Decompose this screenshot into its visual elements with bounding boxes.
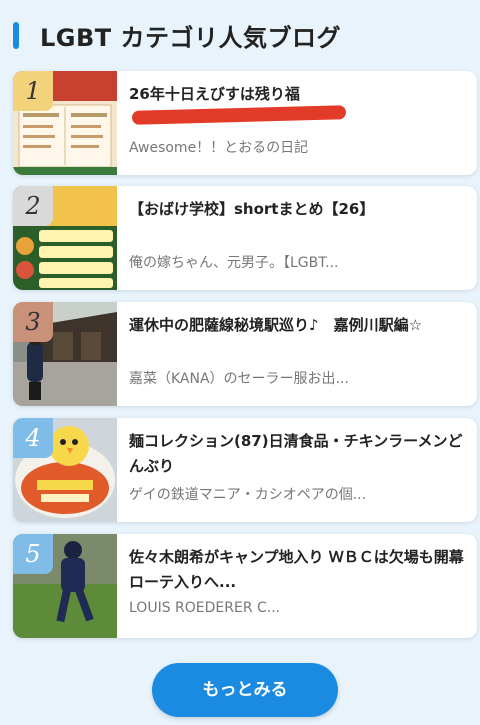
rank-badge: 5 <box>13 534 53 574</box>
post-title: 運休中の肥薩線秘境駅巡り♪ 嘉例川駅編☆ <box>129 316 423 334</box>
ranking-card-3[interactable]: 3 運休中の肥薩線秘境駅巡り♪ 嘉例川駅編☆ 嘉菜（KANA）のセーラー服お出.… <box>13 302 477 406</box>
post-title: 佐々木朗希がキャンプ地入り ＷＢＣは欠場も開幕ローテ入りへ... <box>129 548 464 591</box>
thumbnail-image: 2 <box>13 186 117 290</box>
ranking-card-1[interactable]: 1 26年十日えびすは残り福 Awesome！！とおるの日記 <box>13 71 477 175</box>
blog-name: ゲイの鉄道マニア・カシオペアの個... <box>129 487 367 503</box>
post-title: 26年十日えびすは残り福 <box>129 85 300 103</box>
section-title: LGBT カテゴリ人気ブログ <box>40 24 342 52</box>
rank-badge: 1 <box>13 71 53 111</box>
thumbnail-image: 3 <box>13 302 117 406</box>
post-title: 麺コレクション(87)日清食品・チキンラーメンどんぶり <box>129 432 463 475</box>
thumbnail-image: 5 <box>13 534 117 638</box>
blog-name: 俺の嫁ちゃん、元男子。【LGBT... <box>129 255 339 271</box>
ranking-card-2[interactable]: 2 【おばけ学校】shortまとめ【26】 俺の嫁ちゃん、元男子。【LGBT..… <box>13 186 477 290</box>
rank-badge: 2 <box>13 186 53 226</box>
blog-name: Awesome！！とおるの日記 <box>129 140 309 156</box>
ranking-card-5[interactable]: 5 佐々木朗希がキャンプ地入り ＷＢＣは欠場も開幕ローテ入りへ... LOUIS… <box>13 534 477 638</box>
blog-name: 嘉菜（KANA）のセーラー服お出... <box>129 371 349 387</box>
ranking-card-4[interactable]: 4 麺コレクション(87)日清食品・チキンラーメンどんぶり ゲイの鉄道マニア・カ… <box>13 418 477 522</box>
thumbnail-image: 4 <box>13 418 117 522</box>
post-title: 【おばけ学校】shortまとめ【26】 <box>129 200 375 218</box>
accent-bar <box>13 22 19 49</box>
more-button[interactable]: もっとみる <box>152 663 338 717</box>
section-header: LGBT カテゴリ人気ブログ <box>0 0 480 68</box>
blog-name: LOUIS ROEDERER C... <box>129 600 281 616</box>
rank-badge: 4 <box>13 418 53 458</box>
thumbnail-image: 1 <box>13 71 117 175</box>
rank-badge: 3 <box>13 302 53 342</box>
